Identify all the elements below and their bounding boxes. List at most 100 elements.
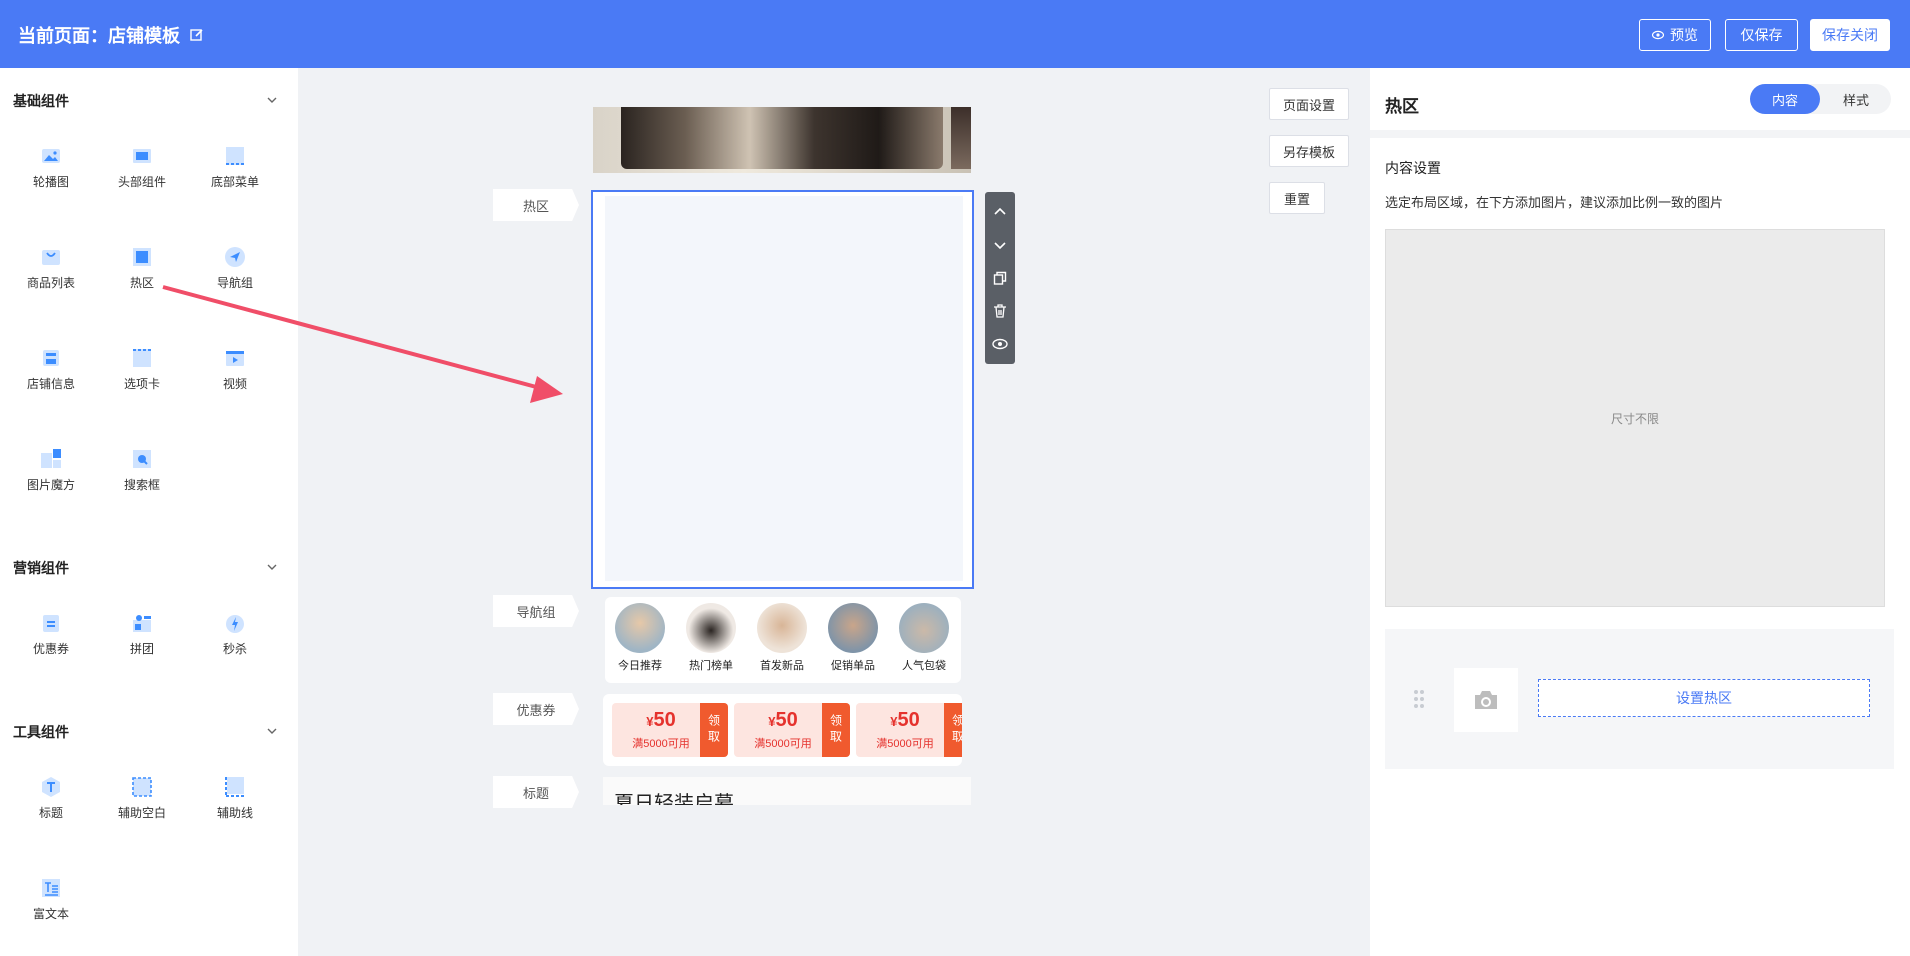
move-down-icon[interactable] [992, 237, 1008, 253]
component-product-list[interactable]: 商品列表 [9, 246, 93, 291]
panel-title: 热区 [1385, 97, 1419, 116]
title-block[interactable]: 夏日轻装启幕 [603, 777, 971, 805]
visibility-icon[interactable] [992, 336, 1008, 352]
coupon-amount: 50 [897, 709, 920, 731]
store-icon [43, 350, 59, 366]
tab-icon [133, 349, 151, 367]
component-title[interactable]: 标题 [9, 776, 93, 821]
component-image-cube[interactable]: 图片魔方 [9, 448, 93, 493]
nav-image [615, 603, 665, 653]
component-blank[interactable]: 辅助空白 [100, 776, 184, 821]
nav-item[interactable]: 今日推荐 [605, 603, 675, 673]
section-title: 内容设置 [1385, 160, 1441, 176]
hotzone-item-row: 设置热区 [1385, 629, 1894, 769]
tag-title[interactable]: 标题 [493, 776, 579, 808]
page-settings-button[interactable]: 页面设置 [1269, 88, 1349, 120]
save-template-button[interactable]: 另存模板 [1269, 135, 1349, 167]
component-hotzone[interactable]: 热区 [100, 246, 184, 291]
nav-image [686, 603, 736, 653]
component-header[interactable]: 头部组件 [100, 145, 184, 190]
preview-button[interactable]: 预览 [1639, 19, 1711, 51]
coupon-take-button[interactable]: 领取 [944, 703, 962, 757]
nav-image [828, 603, 878, 653]
chevron-down-icon[interactable] [266, 561, 278, 573]
coupon-take-button[interactable]: 领取 [822, 703, 850, 757]
nav-item[interactable]: 促销单品 [818, 603, 888, 673]
coupon-item[interactable]: ¥50 满5000可用 领取 [612, 703, 728, 757]
component-divider-line[interactable]: 辅助线 [193, 776, 277, 821]
coupon-condition: 满5000可用 [754, 738, 812, 750]
title-text: 夏日轻装启幕 [614, 793, 734, 805]
component-carousel[interactable]: 轮播图 [9, 145, 93, 190]
nav-image [899, 603, 949, 653]
hotzone-icon [133, 248, 151, 266]
carousel-banner[interactable] [593, 107, 971, 173]
nav-image [757, 603, 807, 653]
nav-group-block[interactable]: 今日推荐 热门榜单 首发新品 促销单品 人气包袋 [605, 597, 961, 683]
tab-content[interactable]: 内容 [1750, 84, 1820, 114]
flash-sale-icon [226, 615, 244, 633]
coupon-amount: 50 [653, 709, 676, 731]
coupon-block[interactable]: ¥50 满5000可用 领取 ¥50 满5000可用 领取 ¥50 满5000可… [603, 694, 962, 766]
set-hotzone-button[interactable]: 设置热区 [1538, 679, 1870, 717]
panel-tab-switch: 内容 样式 [1750, 84, 1891, 114]
hotzone-area[interactable] [605, 196, 963, 581]
camera-icon [1475, 691, 1497, 709]
image-icon [42, 149, 60, 163]
nav-item[interactable]: 热门榜单 [676, 603, 746, 673]
component-sidebar: 基础组件 轮播图 头部组件 底部菜单 商品列表 热区 导航组 店铺信息 选项卡 … [0, 68, 298, 956]
image-upload-thumb[interactable] [1454, 668, 1518, 732]
blank-icon [132, 777, 152, 797]
layout-preview[interactable]: 尺寸不限 [1385, 229, 1885, 607]
delete-icon[interactable] [992, 303, 1008, 319]
tag-coupon[interactable]: 优惠券 [493, 693, 579, 725]
component-rich-text[interactable]: 富文本 [9, 877, 93, 922]
component-navigation[interactable]: 导航组 [193, 246, 277, 291]
coupon-condition: 满5000可用 [632, 738, 690, 750]
coupon-item[interactable]: ¥50 满5000可用 领取 [856, 703, 962, 757]
component-tabs[interactable]: 选项卡 [100, 347, 184, 392]
component-search-box[interactable]: 搜索框 [100, 448, 184, 493]
hotzone-block[interactable] [591, 190, 974, 589]
component-coupon[interactable]: 优惠券 [9, 612, 93, 657]
navigation-icon [225, 247, 245, 267]
title-icon [42, 777, 60, 797]
tag-hotzone[interactable]: 热区 [493, 189, 579, 221]
tab-style[interactable]: 样式 [1821, 84, 1891, 114]
reset-button[interactable]: 重置 [1269, 182, 1325, 214]
properties-panel: 热区 内容 样式 内容设置 选定布局区域，在下方添加图片，建议添加比例一致的图片… [1370, 68, 1910, 956]
component-group-buy[interactable]: 拼团 [100, 612, 184, 657]
coupon-take-button[interactable]: 领取 [700, 703, 728, 757]
component-flash-sale[interactable]: 秒杀 [193, 612, 277, 657]
save-close-button[interactable]: 保存关闭 [1810, 19, 1890, 51]
chevron-down-icon[interactable] [266, 94, 278, 106]
header-icon [133, 149, 151, 163]
preview-label: 预览 [1670, 27, 1698, 43]
size-placeholder: 尺寸不限 [1610, 412, 1659, 426]
save-button[interactable]: 仅保存 [1725, 19, 1798, 51]
coupon-item[interactable]: ¥50 满5000可用 领取 [734, 703, 850, 757]
nav-item[interactable]: 人气包袋 [889, 603, 959, 673]
top-header: 当前页面：店铺模板 预览 仅保存 保存关闭 [0, 0, 1910, 68]
move-up-icon[interactable] [992, 204, 1008, 220]
section-description: 选定布局区域，在下方添加图片，建议添加比例一致的图片 [1385, 195, 1724, 210]
group-buy-icon [133, 615, 151, 632]
coupon-icon [43, 615, 59, 632]
footer-menu-icon [226, 147, 244, 165]
rich-text-icon [42, 879, 60, 897]
tag-nav[interactable]: 导航组 [493, 595, 579, 627]
search-icon [133, 450, 151, 468]
copy-icon[interactable] [992, 270, 1008, 286]
component-video[interactable]: 视频 [193, 347, 277, 392]
coupon-amount: 50 [775, 709, 798, 731]
group-title-basic: 基础组件 [13, 93, 69, 109]
component-footer-menu[interactable]: 底部菜单 [193, 145, 277, 190]
image-cube-icon [41, 449, 61, 468]
edit-icon[interactable] [190, 28, 204, 42]
nav-item[interactable]: 首发新品 [747, 603, 817, 673]
drag-handle-icon[interactable] [1412, 688, 1426, 710]
chevron-down-icon[interactable] [266, 725, 278, 737]
page-title: 当前页面：店铺模板 [18, 26, 180, 46]
component-store-info[interactable]: 店铺信息 [9, 347, 93, 392]
page-title-wrap: 当前页面：店铺模板 [18, 22, 204, 48]
